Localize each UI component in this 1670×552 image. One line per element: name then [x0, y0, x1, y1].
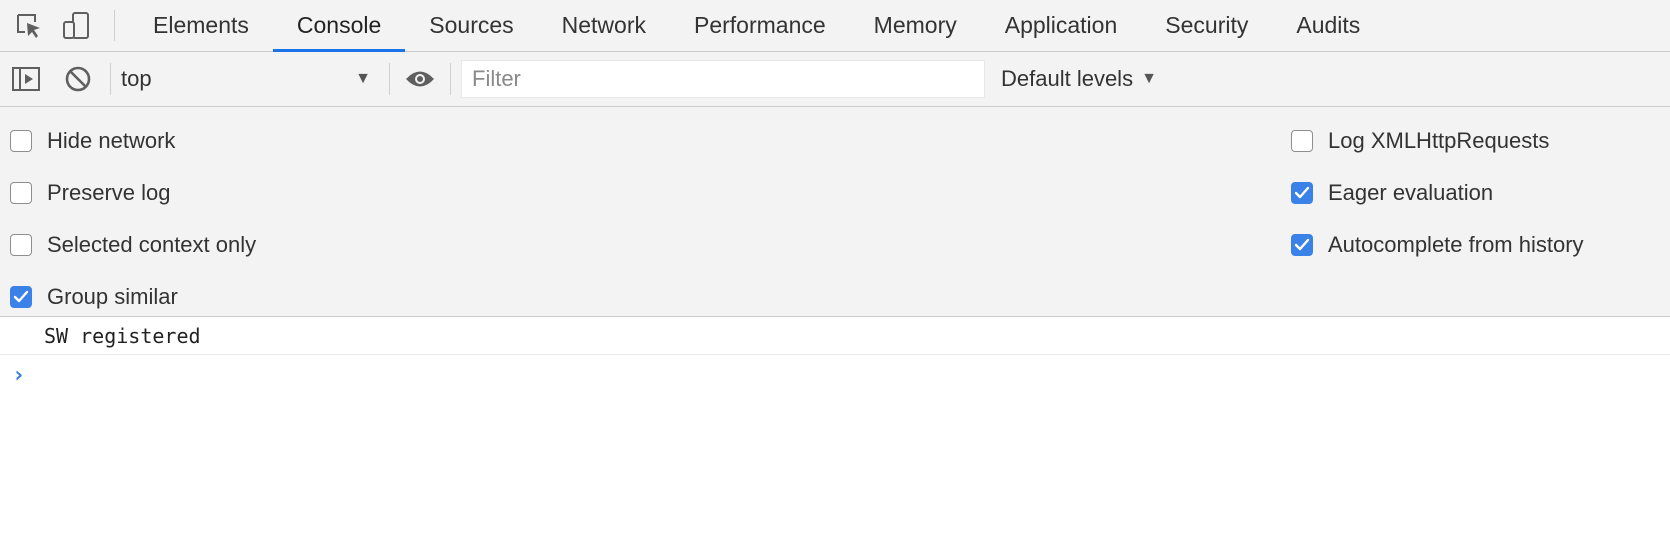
settings-right-column: Log XMLHttpRequests Eager evaluation Autoc…	[1291, 107, 1584, 271]
tab-application[interactable]: Application	[981, 0, 1142, 51]
tab-strip: Elements Console Sources Network Performance…	[129, 0, 1384, 52]
setting-preserve-log[interactable]: Preserve log	[10, 167, 256, 219]
console-output[interactable]: SW registered ›	[0, 317, 1670, 552]
selected-context-only-checkbox[interactable]	[10, 234, 32, 256]
selected-context-only-label: Selected context only	[47, 232, 257, 257]
console-prompt-icon: ›	[12, 362, 26, 388]
toolbar-separator	[450, 63, 451, 95]
tab-sources[interactable]: Sources	[405, 0, 537, 51]
preserve-log-label: Preserve log	[47, 180, 171, 205]
dropdown-arrow-icon: ▼	[1141, 70, 1157, 87]
tab-audits[interactable]: Audits	[1272, 0, 1384, 51]
context-selector[interactable]: top ▼	[121, 59, 379, 99]
tab-performance[interactable]: Performance	[670, 0, 850, 51]
inspect-element-icon[interactable]	[6, 0, 52, 51]
console-messages: SW registered	[0, 317, 1670, 355]
devtools-tabbar: Elements Console Sources Network Performance…	[0, 0, 1670, 52]
tabbar-separator	[114, 10, 115, 41]
setting-hide-network[interactable]: Hide network	[10, 115, 256, 167]
setting-log-xmlhttprequests[interactable]: Log XMLHttpRequests	[1291, 115, 1584, 167]
checkmark-icon	[1294, 186, 1310, 199]
eager-evaluation-label: Eager evaluation	[1328, 180, 1494, 205]
hide-network-checkbox[interactable]	[10, 130, 32, 152]
toolbar-separator	[389, 63, 390, 95]
tab-security[interactable]: Security	[1141, 0, 1272, 51]
autocomplete-from-history-checkbox[interactable]	[1291, 234, 1313, 256]
settings-left-column: Hide network Preserve log Selected context…	[10, 107, 256, 323]
preserve-log-checkbox[interactable]	[10, 182, 32, 204]
device-toolbar-icon[interactable]	[52, 0, 100, 51]
console-message: SW registered	[0, 317, 1670, 355]
console-prompt[interactable]: ›	[0, 355, 1670, 395]
eager-evaluation-checkbox[interactable]	[1291, 182, 1313, 204]
tab-console[interactable]: Console	[272, 0, 406, 52]
checkmark-icon	[1294, 238, 1310, 251]
group-similar-label: Group similar	[47, 284, 178, 309]
log-xmlhttprequests-checkbox[interactable]	[1291, 130, 1313, 152]
live-expression-icon[interactable]	[400, 59, 440, 99]
autocomplete-from-history-label: Autocomplete from history	[1328, 232, 1584, 257]
levels-label: Default levels	[1001, 66, 1134, 91]
context-value: top	[121, 66, 152, 91]
setting-selected-context-only[interactable]: Selected context only	[10, 219, 256, 271]
console-toolbar: top ▼ Default levels ▼	[0, 52, 1670, 107]
toolbar-separator	[110, 63, 111, 95]
log-levels-dropdown[interactable]: Default levels ▼	[1001, 66, 1157, 92]
checkmark-icon	[13, 290, 29, 303]
tab-memory[interactable]: Memory	[850, 0, 981, 51]
setting-group-similar[interactable]: Group similar	[10, 271, 256, 323]
show-sidebar-icon[interactable]	[6, 59, 46, 99]
tab-elements[interactable]: Elements	[129, 0, 273, 51]
tab-network[interactable]: Network	[538, 0, 670, 51]
hide-network-label: Hide network	[47, 128, 176, 153]
dropdown-arrow-icon: ▼	[355, 70, 371, 87]
group-similar-checkbox[interactable]	[10, 286, 32, 308]
filter-input[interactable]	[461, 60, 985, 98]
log-xmlhttprequests-label: Log XMLHttpRequests	[1328, 128, 1550, 153]
console-settings-pane: Hide network Preserve log Selected context…	[0, 107, 1670, 317]
setting-autocomplete-from-history[interactable]: Autocomplete from history	[1291, 219, 1584, 271]
clear-console-icon[interactable]	[58, 59, 98, 99]
setting-eager-evaluation[interactable]: Eager evaluation	[1291, 167, 1584, 219]
